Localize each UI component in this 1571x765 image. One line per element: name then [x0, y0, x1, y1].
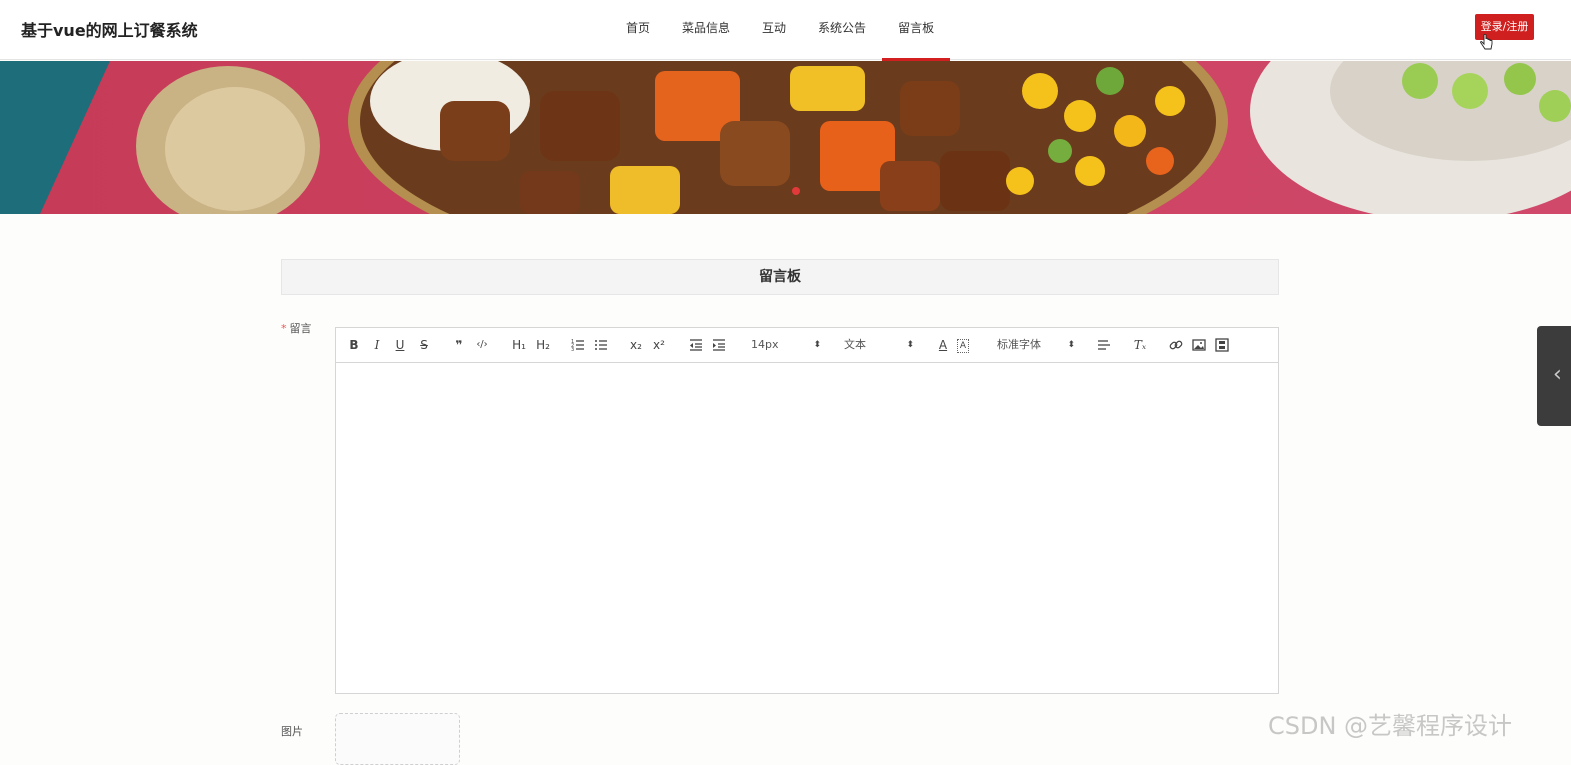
rich-text-editor: B I U S ❞ ‹/› H₁ H₂ 1 2 3 x₂ x² 14px ⬍ 文…	[335, 327, 1279, 694]
italic-button[interactable]: I	[368, 336, 386, 354]
heading-1-button[interactable]: H₁	[508, 336, 530, 354]
editor-content-area[interactable]	[336, 363, 1278, 693]
background-color-button[interactable]: A	[957, 339, 969, 353]
select-arrows-icon: ⬍	[813, 340, 821, 350]
required-mark: *	[281, 322, 287, 335]
image-upload-box[interactable]	[335, 713, 460, 765]
chevron-left-icon: ‹	[1553, 362, 1562, 387]
carousel-indicator-dot[interactable]	[792, 187, 800, 195]
clear-format-button[interactable]: Tₓ	[1131, 336, 1149, 354]
nav-item-dishes[interactable]: 菜品信息	[666, 0, 746, 60]
site-title: 基于vue的网上订餐系统	[21, 21, 198, 40]
superscript-button[interactable]: x²	[650, 336, 668, 354]
bullet-list-icon[interactable]	[592, 336, 610, 354]
top-header: 基于vue的网上订餐系统 首页 菜品信息 互动 系统公告 留言板 登录/注册	[0, 0, 1571, 61]
watermark: CSDN @艺馨程序设计	[1268, 712, 1513, 740]
underline-button[interactable]: U	[391, 336, 409, 354]
paragraph-format-select[interactable]: 文本 ⬍	[844, 336, 914, 354]
food-banner-image	[0, 61, 1571, 214]
image-icon[interactable]	[1190, 336, 1208, 354]
strikethrough-button[interactable]: S	[415, 336, 433, 354]
nav-item-home[interactable]: 首页	[610, 0, 666, 60]
svg-text:3: 3	[571, 347, 574, 353]
paragraph-format-value: 文本	[844, 338, 866, 351]
ordered-list-icon[interactable]: 1 2 3	[569, 336, 587, 354]
image-field-label: 图片	[281, 725, 303, 738]
subscript-button[interactable]: x₂	[627, 336, 645, 354]
message-field-label: * 留言	[281, 320, 312, 336]
select-arrows-icon: ⬍	[1067, 340, 1075, 350]
hero-banner	[0, 61, 1571, 214]
nav-item-announcements[interactable]: 系统公告	[802, 0, 882, 60]
nav-item-message-board[interactable]: 留言板	[882, 0, 951, 61]
code-block-button[interactable]: ‹/›	[473, 336, 491, 354]
nav-item-interaction[interactable]: 互动	[746, 0, 802, 60]
side-panel-toggle[interactable]: ‹	[1537, 326, 1571, 426]
hand-cursor-icon	[1480, 34, 1493, 50]
outdent-icon[interactable]	[687, 336, 705, 354]
font-color-button[interactable]: A	[934, 336, 952, 354]
page-title: 留言板	[281, 259, 1279, 295]
align-left-icon[interactable]	[1095, 336, 1113, 354]
font-family-select[interactable]: 标准字体 ⬍	[997, 336, 1075, 354]
blockquote-button[interactable]: ❞	[450, 336, 468, 354]
message-label-text: 留言	[289, 322, 312, 335]
link-icon[interactable]	[1167, 336, 1185, 354]
bold-button[interactable]: B	[345, 336, 363, 354]
font-size-value: 14px	[751, 338, 779, 351]
heading-2-button[interactable]: H₂	[532, 336, 554, 354]
main-nav: 首页 菜品信息 互动 系统公告 留言板	[610, 0, 951, 61]
video-icon[interactable]	[1213, 336, 1231, 354]
font-size-select[interactable]: 14px ⬍	[751, 336, 821, 354]
select-arrows-icon: ⬍	[906, 340, 914, 350]
editor-toolbar: B I U S ❞ ‹/› H₁ H₂ 1 2 3 x₂ x² 14px ⬍ 文…	[336, 328, 1278, 363]
indent-icon[interactable]	[710, 336, 728, 354]
font-family-value: 标准字体	[997, 338, 1041, 351]
